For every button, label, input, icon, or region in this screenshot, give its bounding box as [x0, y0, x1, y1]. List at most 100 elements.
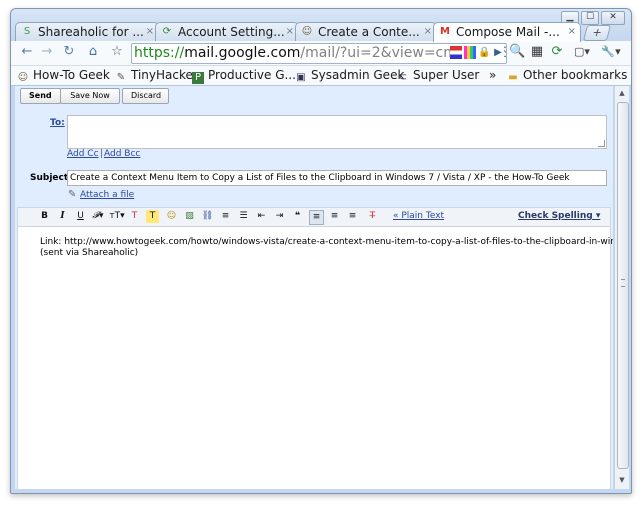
other-bookmarks-folder[interactable]: ▬ Other bookmarks — [507, 67, 627, 84]
page-menu-icon[interactable]: ▢▾ — [571, 44, 593, 60]
insert-image-button[interactable]: ▨ — [183, 210, 196, 223]
new-tab-button[interactable]: + — [582, 25, 612, 41]
tab-create-context[interactable]: ☺ Create a Conte... × — [295, 22, 437, 41]
body-credit-line: (sent via Shareaholic) — [40, 248, 139, 258]
navigation-toolbar: ← → ↻ ⌂ ☆ https://mail.google.com/mail/?… — [11, 41, 631, 66]
home-icon[interactable]: ⌂ — [85, 44, 101, 60]
compose-page: Send Save Now Discard To: Add Cc | Add B… — [15, 86, 613, 489]
bookmark-tinyhacker[interactable]: ✎ TinyHacker — [115, 67, 198, 84]
discard-button[interactable]: Discard — [122, 88, 169, 104]
tab-strip: S Shareaholic for ... × ⟳ Account Settin… — [15, 22, 612, 42]
bookmark-sysadmin-geek[interactable]: ▣ Sysadmin Geek — [295, 67, 404, 84]
flag-icon[interactable] — [450, 46, 462, 59]
quote-button[interactable]: ❝ — [291, 210, 304, 223]
howtogeek-icon: ☺ — [17, 72, 29, 83]
italic-button[interactable]: I — [56, 210, 69, 223]
superuser-icon: ⊂ — [398, 72, 408, 83]
numbered-list-button[interactable]: ≡ — [219, 210, 232, 223]
font-size-button[interactable]: тT▾ — [109, 210, 125, 223]
tab-shareaholic[interactable]: S Shareaholic for ... × — [15, 22, 159, 41]
address-bar[interactable]: https://mail.google.com/mail/?ui=2&view=… — [131, 43, 507, 64]
scroll-down-icon[interactable]: ▼ — [617, 475, 627, 485]
bookmark-label: Productive G... — [208, 68, 296, 82]
bulleted-list-button[interactable]: ☰ — [237, 210, 250, 223]
bookmarks-overflow-button[interactable]: » — [489, 67, 496, 84]
tab-account-settings[interactable]: ⟳ Account Setting... × — [155, 22, 299, 41]
tab-title: Shareaholic for ... — [38, 25, 144, 39]
text-color-button[interactable]: T — [128, 210, 141, 223]
emoticon-button[interactable]: ☺ — [165, 210, 178, 223]
to-label[interactable]: To: — [50, 118, 65, 129]
color-icon[interactable] — [464, 46, 476, 59]
howtogeek-icon: ☺ — [301, 26, 313, 37]
bookmark-label: Sysadmin Geek — [311, 68, 405, 82]
shareaholic-icon: S — [23, 26, 31, 37]
lock-icon[interactable]: 🔒 — [478, 46, 490, 59]
remove-formatting-button[interactable]: T̶ — [366, 210, 379, 223]
add-bcc-link[interactable]: Add Bcc — [104, 149, 140, 160]
scrollbar-grip — [621, 279, 625, 287]
align-left-button[interactable]: ≡ — [309, 210, 324, 225]
send-button[interactable]: Send — [20, 88, 61, 104]
bookmark-super-user[interactable]: ⊂ Super User — [397, 67, 480, 84]
go-icon[interactable]: ▶ — [492, 46, 504, 59]
search-extension-icon[interactable]: 🔍 — [509, 44, 525, 60]
productive-icon: P — [192, 72, 204, 84]
compose-panel: Send Save Now Discard To: Add Cc | Add B… — [15, 86, 613, 489]
url-scheme: https:// — [134, 45, 185, 61]
gmail-icon: M — [440, 26, 450, 37]
paperclip-icon: ✎ — [68, 189, 77, 200]
align-center-button[interactable]: ≡ — [328, 210, 341, 223]
bold-button[interactable]: B — [38, 210, 51, 223]
plain-text-link[interactable]: « Plain Text — [393, 211, 444, 221]
url-host: mail.google.com — [184, 45, 301, 61]
vertical-scrollbar[interactable]: ▲ ▼ — [614, 86, 629, 489]
tab-close-icon[interactable]: × — [146, 23, 154, 41]
tab-close-icon[interactable]: × — [286, 23, 294, 41]
scrollbar-thumb[interactable] — [617, 102, 629, 469]
tab-title: Compose Mail -... — [456, 25, 560, 39]
to-field[interactable] — [67, 115, 607, 149]
star-icon[interactable]: ☆ — [109, 44, 125, 60]
formatting-toolbar: B I U 𝓕▾ тT▾ T T ☺ ▨ ⛓ ≡ ☰ ⇤ ⇥ ❝ ≡ ≡ ≡ T… — [17, 207, 611, 226]
resize-grip[interactable] — [598, 140, 605, 147]
reload-icon[interactable]: ↻ — [61, 44, 77, 60]
save-now-button[interactable]: Save Now — [60, 88, 120, 104]
forward-icon[interactable]: → — [39, 44, 55, 60]
align-right-button[interactable]: ≡ — [346, 210, 359, 223]
account-settings-icon: ⟳ — [162, 26, 172, 37]
add-cc-link[interactable]: Add Cc — [67, 149, 99, 160]
sysadmin-icon: ▣ — [296, 72, 306, 83]
indent-button[interactable]: ⇥ — [273, 210, 286, 223]
tab-title: Account Setting... — [178, 25, 285, 39]
address-bar-icons: 🔒 ▶ — [450, 46, 504, 59]
browser-window: ▁ ☐ ✕ S Shareaholic for ... × ⟳ Account … — [10, 8, 632, 494]
subject-input[interactable]: Create a Context Menu Item to Copy a Lis… — [67, 170, 607, 186]
wrench-menu-icon[interactable]: 🔧▾ — [599, 44, 623, 60]
outdent-button[interactable]: ⇤ — [255, 210, 268, 223]
folder-icon: ▬ — [508, 72, 518, 83]
tab-close-icon[interactable]: × — [424, 23, 432, 41]
attach-file-link[interactable]: Attach a file — [80, 190, 134, 201]
bookmarks-bar: ☺ How-To Geek ✎ TinyHacker P Productive G..… — [11, 66, 631, 86]
back-icon[interactable]: ← — [19, 44, 35, 60]
bookmark-label: How-To Geek — [33, 68, 110, 82]
cc-bcc-separator: | — [100, 149, 104, 159]
message-body[interactable]: Link: http://www.howtogeek.com/howto/win… — [17, 226, 613, 489]
bookmark-productive-geek[interactable]: P Productive G... — [192, 67, 296, 84]
tab-close-icon[interactable]: × — [568, 23, 576, 41]
tab-compose-mail[interactable]: M Compose Mail -... × — [433, 22, 581, 42]
calendar-extension-icon[interactable]: ▦ — [529, 44, 545, 60]
sync-extension-icon[interactable]: ⟳ — [549, 44, 565, 60]
underline-button[interactable]: U — [74, 210, 87, 223]
subject-label: Subject: — [30, 173, 72, 183]
link-button[interactable]: ⛓ — [201, 210, 214, 223]
bookmark-label: TinyHacker — [131, 68, 198, 82]
font-button[interactable]: 𝓕▾ — [90, 210, 106, 223]
highlight-button[interactable]: T — [146, 210, 159, 223]
bookmark-label: Super User — [413, 68, 480, 82]
check-spelling-button[interactable]: Check Spelling ▾ — [518, 211, 600, 221]
bookmark-how-to-geek[interactable]: ☺ How-To Geek — [17, 67, 110, 84]
bookmark-label: Other bookmarks — [523, 68, 628, 82]
scroll-up-icon[interactable]: ▲ — [617, 88, 627, 98]
